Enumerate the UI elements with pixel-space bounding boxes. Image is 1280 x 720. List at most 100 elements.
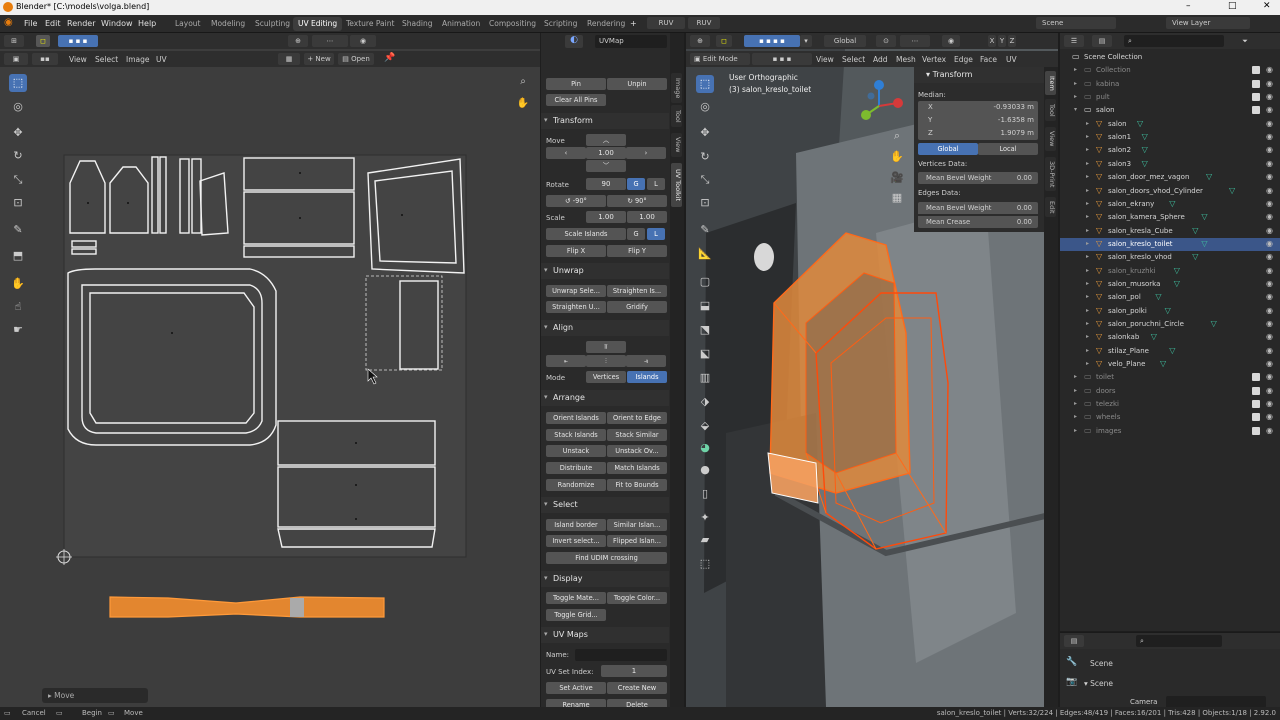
scale-local-toggle[interactable]: L (647, 228, 665, 240)
outliner-object-row[interactable]: ▸ ▽ stilaz_Plane ▽ ◉ (1060, 345, 1280, 358)
set-active-button[interactable]: Set Active (546, 682, 606, 694)
expand-arrow-icon[interactable]: ▸ (1086, 333, 1089, 340)
pin-button[interactable]: Pin (546, 78, 606, 90)
mirror-x-toggle[interactable]: X (988, 35, 996, 47)
unwrap-selected-button[interactable]: Unwrap Sele... (546, 285, 606, 297)
tab-scripting[interactable]: Scripting (539, 17, 582, 31)
tab-vp-view[interactable]: View (1045, 127, 1056, 151)
visibility-eye-icon[interactable]: ◉ (1266, 399, 1273, 408)
select-mode-buttons[interactable]: ▪ ▪ ▪ (752, 53, 812, 65)
outliner-display-mode-icon[interactable]: ▤ (1092, 35, 1112, 47)
viewport-menu-edge[interactable]: Edge (954, 55, 973, 64)
exclude-checkbox[interactable] (1252, 426, 1260, 435)
tab-item[interactable]: Item (1045, 71, 1056, 95)
vp-annotate-tool-icon[interactable]: ✎ (696, 221, 714, 239)
outliner-object-row[interactable]: ▸ ▽ salon_kamera_Sphere ▽ ◉ (1060, 211, 1280, 224)
viewport-menu-add[interactable]: Add (873, 55, 888, 64)
flip-x-button[interactable]: Flip X (546, 245, 606, 257)
outliner-object-row[interactable]: ▸ ▽ salon_ekrany ▽ ◉ (1060, 198, 1280, 211)
expand-arrow-icon[interactable]: ▸ (1086, 267, 1089, 274)
outliner-object-row[interactable]: ▸ ▽ salon_musorka ▽ ◉ (1060, 278, 1280, 291)
menu-file[interactable]: File (24, 19, 37, 28)
outliner-object-row[interactable]: ▸ ▽ salon3 ▽ ◉ (1060, 158, 1280, 171)
island-border-button[interactable]: Island border (546, 519, 606, 531)
outliner-object-row[interactable]: ▸ ▽ salon2 ▽ ◉ (1060, 144, 1280, 157)
straighten-uv-button[interactable]: Straighten U... (546, 301, 606, 313)
vp-shrink-tool-icon[interactable]: ✦ (696, 509, 714, 527)
vp-rotate-tool-icon[interactable]: ↻ (696, 148, 714, 166)
align-mode-vertices[interactable]: Vertices (586, 371, 626, 383)
outliner-collection-row[interactable]: ▸ ▭ wheels ◉ (1060, 411, 1280, 424)
median-y-field[interactable]: Y -1.6358 m (918, 114, 1038, 127)
median-z-field[interactable]: Z 1.9079 m (918, 127, 1038, 140)
align-left-button[interactable]: ⫦ (546, 355, 586, 367)
move-value-field[interactable]: 1.00 (586, 147, 626, 159)
exclude-checkbox[interactable] (1252, 373, 1260, 382)
move-left-button[interactable]: ‹ (546, 147, 586, 159)
expand-arrow-icon[interactable]: ▸ (1074, 373, 1077, 380)
align-section[interactable]: Align (541, 320, 669, 336)
rotate-global-toggle[interactable]: G (627, 178, 645, 190)
visibility-eye-icon[interactable]: ◉ (1266, 266, 1273, 275)
visibility-eye-icon[interactable]: ◉ (1266, 65, 1273, 74)
expand-arrow-icon[interactable]: ▸ (1086, 227, 1089, 234)
expand-arrow-icon[interactable]: ▸ (1086, 347, 1089, 354)
exclude-checkbox[interactable] (1252, 386, 1260, 395)
expand-arrow-icon[interactable]: ▸ (1074, 427, 1077, 434)
align-mode-islands[interactable]: Islands (627, 371, 667, 383)
expand-arrow-icon[interactable]: ▸ (1074, 413, 1077, 420)
vp-inset-tool-icon[interactable]: ⬔ (696, 321, 714, 339)
mirror-z-toggle[interactable]: Z (1008, 35, 1016, 47)
uv-canvas[interactable] (0, 33, 540, 707)
scale-x-field[interactable]: 1.00 (586, 211, 626, 223)
outliner-object-row[interactable]: ▸ ▽ salon_kresla_Cube ▽ ◉ (1060, 225, 1280, 238)
outliner-object-row[interactable]: ▸ ▽ salon_doors_vhod_Cylinder ▽ ◉ (1060, 185, 1280, 198)
exclude-checkbox[interactable] (1252, 79, 1260, 88)
visibility-eye-icon[interactable]: ◉ (1266, 212, 1273, 221)
flipped-islands-button[interactable]: Flipped Islan... (607, 535, 667, 547)
outliner-object-row[interactable]: ▸ ▽ salon_door_mez_vagon ▽ ◉ (1060, 171, 1280, 184)
tab-rendering[interactable]: Rendering (582, 17, 630, 31)
move-down-button[interactable]: ﹀ (586, 160, 626, 172)
vp-scale-tool-icon[interactable]: ⤡ (696, 171, 714, 189)
outliner-search-input[interactable]: ⌕ (1124, 35, 1224, 47)
visibility-eye-icon[interactable]: ◉ (1266, 226, 1273, 235)
vp-spin-tool-icon[interactable]: ◕ (696, 439, 714, 457)
outliner-collection-row[interactable]: ▾ ▭ salon ◉ (1060, 104, 1280, 117)
vp-shear-tool-icon[interactable]: ▰ (696, 531, 714, 549)
distribute-button[interactable]: Distribute (546, 462, 606, 474)
visibility-eye-icon[interactable]: ◉ (1266, 412, 1273, 421)
rotate-neg-button[interactable]: ↺ -90° (546, 195, 606, 207)
uv-sync-icon[interactable]: ◐ (565, 35, 583, 48)
visibility-eye-icon[interactable]: ◉ (1266, 252, 1273, 261)
render-properties-icon[interactable]: 📷 (1063, 673, 1081, 691)
scale-islands-button[interactable]: Scale Islands (546, 228, 626, 240)
properties-type-icon[interactable]: ▤ (1064, 635, 1084, 647)
outliner-object-row[interactable]: ▸ ▽ salon ▽ ◉ (1060, 118, 1280, 131)
ruv-button-2[interactable]: RUV (688, 17, 720, 29)
unpin-button[interactable]: Unpin (607, 78, 667, 90)
vp-zoom-icon[interactable]: ⌕ (888, 127, 906, 145)
tab-modeling[interactable]: Modeling (206, 17, 250, 31)
viewport-proportional-icon[interactable]: ◉ (942, 35, 960, 47)
menu-render[interactable]: Render (67, 19, 95, 28)
stack-islands-button[interactable]: Stack Islands (546, 429, 606, 441)
invert-selection-button[interactable]: Invert select... (546, 535, 606, 547)
rotate-local-toggle[interactable]: L (647, 178, 665, 190)
outliner[interactable]: ☰ ▤ ⌕ ⏷ ▭ Scene Collection ▸ ▭ Collection ◉ ▸ ▭… (1060, 33, 1280, 631)
expand-arrow-icon[interactable]: ▸ (1086, 320, 1089, 327)
outliner-collection-row[interactable]: ▸ ▭ Collection ◉ (1060, 64, 1280, 77)
vp-move-tool-icon[interactable]: ✥ (696, 124, 714, 142)
visibility-eye-icon[interactable]: ◉ (1266, 145, 1273, 154)
visibility-eye-icon[interactable]: ◉ (1266, 79, 1273, 88)
vp-cursor-tool-icon[interactable]: ◎ (696, 98, 714, 116)
outliner-collection-row[interactable]: ▸ ▭ telezki ◉ (1060, 398, 1280, 411)
visibility-eye-icon[interactable]: ◉ (1266, 306, 1273, 315)
vp-add-cube-tool-icon[interactable]: ▢ (696, 273, 714, 291)
global-toggle[interactable]: Global (918, 143, 978, 155)
straighten-islands-button[interactable]: Straighten Is... (607, 285, 667, 297)
toggle-material-button[interactable]: Toggle Mate... (546, 592, 606, 604)
orientation-selector[interactable]: Global (824, 35, 866, 47)
close-button[interactable]: ✕ (1263, 1, 1271, 11)
add-workspace-icon[interactable]: + (630, 19, 637, 28)
